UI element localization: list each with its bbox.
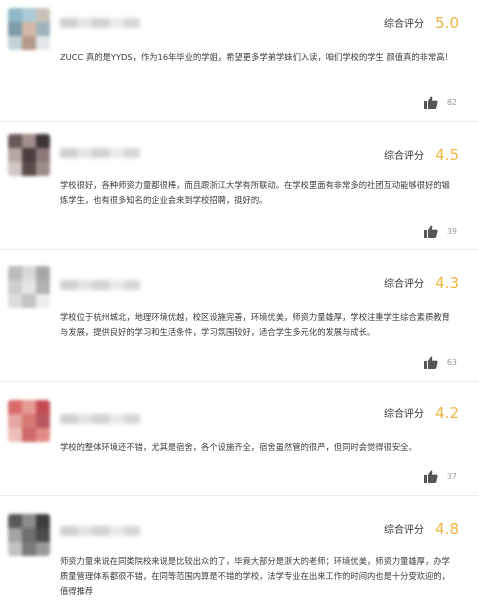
score-value: 4.2 (435, 403, 459, 422)
score-value: 4.3 (435, 273, 459, 292)
score-label: 综合评分 (384, 525, 425, 536)
avatar[interactable] (8, 266, 50, 308)
overall-score: 综合评分 4.2 (384, 402, 459, 422)
overall-score: 综合评分 5.0 (384, 12, 459, 32)
like-count: 82 (446, 98, 457, 107)
avatar[interactable] (8, 514, 50, 556)
like-button[interactable]: 39 (423, 221, 457, 240)
like-button[interactable]: 82 (423, 92, 457, 111)
thumbs-up-icon (423, 356, 438, 369)
review-card: 综合评分 4.8 师资力量来说在同类院校来说是比较出众的了，毕竟大部分是浙大的老… (0, 496, 479, 600)
username[interactable] (60, 18, 140, 28)
score-value: 5.0 (435, 13, 459, 32)
score-label: 综合评分 (384, 279, 425, 290)
review-text: 学校位于杭州城北，地理环境优越，校区设施完善，环境优美，师资力量雄厚，学校注重学… (60, 312, 450, 337)
overall-score: 综合评分 4.8 (384, 518, 459, 538)
username[interactable] (60, 280, 140, 290)
like-button[interactable]: 63 (423, 352, 457, 371)
like-count: 37 (446, 472, 457, 481)
score-label: 综合评分 (384, 409, 425, 420)
review-text: 师资力量来说在同类院校来说是比较出众的了，毕竟大部分是浙大的老师；环境优美，师资… (60, 556, 450, 596)
username[interactable] (60, 526, 140, 536)
review-text: 学校很好，各种师资力量都很棒，而且跟浙江大学有所联动。在学校里面有非常多的社团互… (60, 180, 450, 205)
review-card: 综合评分 4.5 学校很好，各种师资力量都很棒，而且跟浙江大学有所联动。在学校里… (0, 122, 479, 250)
score-label: 综合评分 (384, 19, 425, 30)
like-count: 63 (446, 358, 457, 367)
thumbs-up-icon (423, 96, 438, 109)
review-card: 综合评分 4.3 学校位于杭州城北，地理环境优越，校区设施完善，环境优美，师资力… (0, 250, 479, 382)
review-text: ZUCC 真的是YYDS，作为16年毕业的学姐，希望更多学弟学妹们入读，咱们学校… (60, 52, 453, 62)
score-value: 4.8 (435, 519, 459, 538)
review-card: 综合评分 5.0 ZUCC 真的是YYDS，作为16年毕业的学姐，希望更多学弟学… (0, 0, 479, 122)
avatar[interactable] (8, 400, 50, 442)
overall-score: 综合评分 4.3 (384, 272, 459, 292)
thumbs-up-icon (423, 225, 438, 238)
username[interactable] (60, 148, 140, 158)
score-value: 4.5 (435, 145, 459, 164)
review-card: 综合评分 4.2 学校的整体环境还不错，尤其是宿舍，各个设施齐全，宿舍虽然管的很… (0, 382, 479, 496)
thumbs-up-icon (423, 470, 438, 483)
like-count: 39 (446, 227, 457, 236)
avatar[interactable] (8, 134, 50, 176)
overall-score: 综合评分 4.5 (384, 144, 459, 164)
review-text: 学校的整体环境还不错，尤其是宿舍，各个设施齐全，宿舍虽然管的很严，但同时会觉得很… (60, 442, 417, 452)
like-button[interactable]: 37 (423, 466, 457, 485)
avatar[interactable] (8, 8, 50, 50)
score-label: 综合评分 (384, 151, 425, 162)
username[interactable] (60, 414, 140, 424)
